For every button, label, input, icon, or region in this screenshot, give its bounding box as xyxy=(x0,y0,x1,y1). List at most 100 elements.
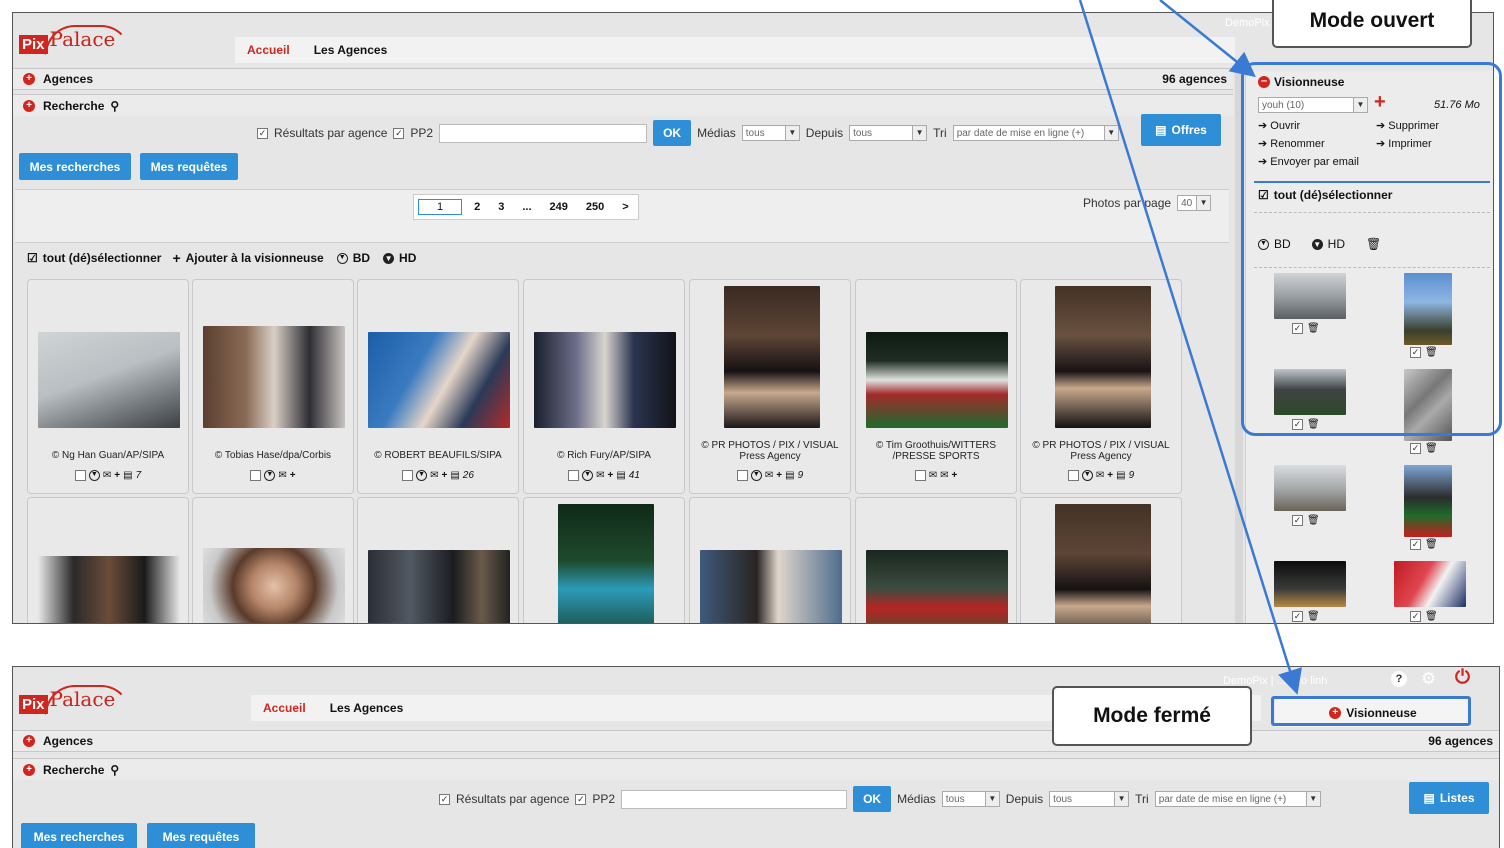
photo-card[interactable] xyxy=(357,497,519,623)
page-249[interactable]: 249 xyxy=(541,201,577,213)
recherche-row[interactable]: + Recherche ⚲ xyxy=(13,94,1233,116)
search-input[interactable] xyxy=(621,789,848,809)
photo-thumbnail[interactable] xyxy=(1055,286,1151,428)
photo-card[interactable] xyxy=(523,497,685,623)
mail-icon[interactable]: ✉ xyxy=(929,470,937,481)
thumbnail-checkbox[interactable]: ✓ xyxy=(1410,611,1421,622)
photo-card[interactable] xyxy=(855,497,1017,623)
photo-checkbox[interactable] xyxy=(402,470,414,481)
gallery-icon[interactable]: ▤ xyxy=(123,470,132,481)
trash-icon[interactable]: 🗑 xyxy=(1425,539,1438,550)
ok-button[interactable]: OK xyxy=(653,120,692,146)
photo-card[interactable] xyxy=(27,497,189,623)
photo-checkbox[interactable] xyxy=(74,470,86,481)
photo-thumbnail[interactable] xyxy=(38,332,180,428)
trash-icon[interactable]: 🗑 xyxy=(1425,443,1438,454)
download-icon[interactable]: ▼ xyxy=(582,470,594,481)
expand-icon[interactable]: + xyxy=(23,99,35,112)
tab-les-agences[interactable]: Les Agences xyxy=(318,701,416,715)
mail-icon[interactable]: ✉ xyxy=(765,470,773,481)
search-input[interactable] xyxy=(439,123,648,143)
gallery-icon[interactable]: ▤ xyxy=(785,470,794,481)
photo-thumbnail[interactable] xyxy=(866,550,1008,623)
user-name[interactable]: DemoPix xyxy=(1225,17,1270,29)
photos-per-page-select[interactable]: 40 ▼ xyxy=(1177,195,1212,211)
page-1[interactable]: 1 xyxy=(418,199,463,215)
tab-accueil[interactable]: Accueil xyxy=(235,43,302,57)
pixpalace-logo[interactable]: Pix Palace xyxy=(19,25,131,55)
par-agence-checkbox[interactable]: ✓ xyxy=(257,127,268,139)
plus-icon[interactable]: + xyxy=(114,470,120,481)
add-to-viewer-link[interactable]: Ajouter à la visionneuse xyxy=(186,251,324,265)
mes-recherches-button[interactable]: Mes recherches xyxy=(21,823,137,848)
photo-thumbnail[interactable] xyxy=(368,550,510,623)
offres-button[interactable]: ▤ Offres xyxy=(1141,114,1221,146)
download-icon[interactable]: ▼ xyxy=(264,470,276,481)
photo-card[interactable]: © PR PHOTOS / PIX / VISUAL Press Agency … xyxy=(689,279,851,494)
pp2-checkbox[interactable]: ✓ xyxy=(393,127,405,139)
viewer-thumbnail[interactable] xyxy=(1274,561,1346,607)
photo-thumbnail[interactable] xyxy=(368,332,510,428)
photo-card[interactable]: © Rich Fury/AP/SIPA ▼ ✉ + ▤ 41 xyxy=(523,279,685,494)
mail-icon[interactable]: ✉ xyxy=(1096,470,1104,481)
gallery-icon[interactable]: ▤ xyxy=(1116,470,1125,481)
viewer-thumbnail[interactable] xyxy=(1394,561,1466,607)
thumbnail-checkbox[interactable]: ✓ xyxy=(1410,443,1421,454)
photo-thumbnail[interactable] xyxy=(534,332,676,428)
photo-thumbnail[interactable] xyxy=(558,504,654,623)
download-icon[interactable]: ▼ xyxy=(88,470,100,481)
expand-icon[interactable]: + xyxy=(23,735,35,747)
help-icon[interactable]: ? xyxy=(1391,671,1407,687)
mes-requetes-button[interactable]: Mes requêtes xyxy=(140,153,238,180)
agences-row[interactable]: + Agences 96 agences xyxy=(13,730,1499,752)
depuis-select[interactable]: tous ▼ xyxy=(849,125,928,141)
plus-icon[interactable]: + xyxy=(951,470,957,481)
photo-checkbox[interactable] xyxy=(1067,470,1079,481)
mes-recherches-button[interactable]: Mes recherches xyxy=(19,153,131,180)
photo-card[interactable]: © PR PHOTOS / PIX / VISUAL Press Agency … xyxy=(1020,279,1182,494)
mail-icon[interactable]: ✉ xyxy=(430,470,438,481)
download-icon[interactable]: ▼ xyxy=(416,470,428,481)
photo-thumbnail[interactable] xyxy=(866,332,1008,428)
plus-icon[interactable]: + xyxy=(776,470,782,481)
plus-icon[interactable]: + xyxy=(607,470,613,481)
expand-icon[interactable]: + xyxy=(23,763,35,776)
page-3[interactable]: 3 xyxy=(489,201,513,213)
ok-button[interactable]: OK xyxy=(853,786,892,812)
depuis-select[interactable]: tous ▼ xyxy=(1049,791,1130,807)
photo-thumbnail[interactable] xyxy=(38,556,180,623)
photo-thumbnail[interactable] xyxy=(1055,504,1151,623)
tri-select[interactable]: par date de mise en ligne (+) ▼ xyxy=(952,125,1119,141)
mes-requetes-button[interactable]: Mes requêtes xyxy=(147,823,255,848)
recherche-row[interactable]: + Recherche ⚲ xyxy=(13,758,1499,780)
trash-icon[interactable]: 🗑 xyxy=(1307,515,1320,526)
thumbnail-checkbox[interactable]: ✓ xyxy=(1410,539,1421,550)
trash-icon[interactable]: 🗑 xyxy=(1425,611,1438,622)
tab-les-agences[interactable]: Les Agences xyxy=(302,43,400,57)
pixpalace-logo[interactable]: Pix Palace xyxy=(19,685,131,715)
trash-icon[interactable]: 🗑 xyxy=(1307,611,1320,622)
par-agence-checkbox[interactable]: ✓ xyxy=(439,793,450,805)
mail-icon[interactable]: ✉ xyxy=(940,470,948,481)
pp2-checkbox[interactable]: ✓ xyxy=(575,793,587,805)
search-icon[interactable]: ⚲ xyxy=(110,99,119,113)
expand-icon[interactable]: + xyxy=(23,73,35,85)
download-icon[interactable]: ▼ xyxy=(1081,470,1093,481)
power-icon[interactable]: ⏻ xyxy=(1455,667,1470,689)
photo-card[interactable] xyxy=(192,497,354,623)
bd-download-link[interactable]: BD xyxy=(353,251,370,265)
page-250[interactable]: 250 xyxy=(577,201,613,213)
photo-checkbox[interactable] xyxy=(568,470,580,481)
tri-select[interactable]: par date de mise en ligne (+) ▼ xyxy=(1154,791,1321,807)
medias-select[interactable]: tous ▼ xyxy=(941,791,1000,807)
plus-icon[interactable]: + xyxy=(290,470,296,481)
photo-thumbnail[interactable] xyxy=(203,548,345,623)
photo-checkbox[interactable] xyxy=(914,470,926,481)
photo-thumbnail[interactable] xyxy=(724,286,820,428)
viewer-thumbnail[interactable] xyxy=(1274,465,1346,511)
page-2[interactable]: 2 xyxy=(465,201,489,213)
plus-icon[interactable]: + xyxy=(441,470,447,481)
photo-thumbnail[interactable] xyxy=(203,326,345,428)
photo-checkbox[interactable] xyxy=(736,470,748,481)
agences-row[interactable]: + Agences 96 agences xyxy=(13,68,1233,90)
